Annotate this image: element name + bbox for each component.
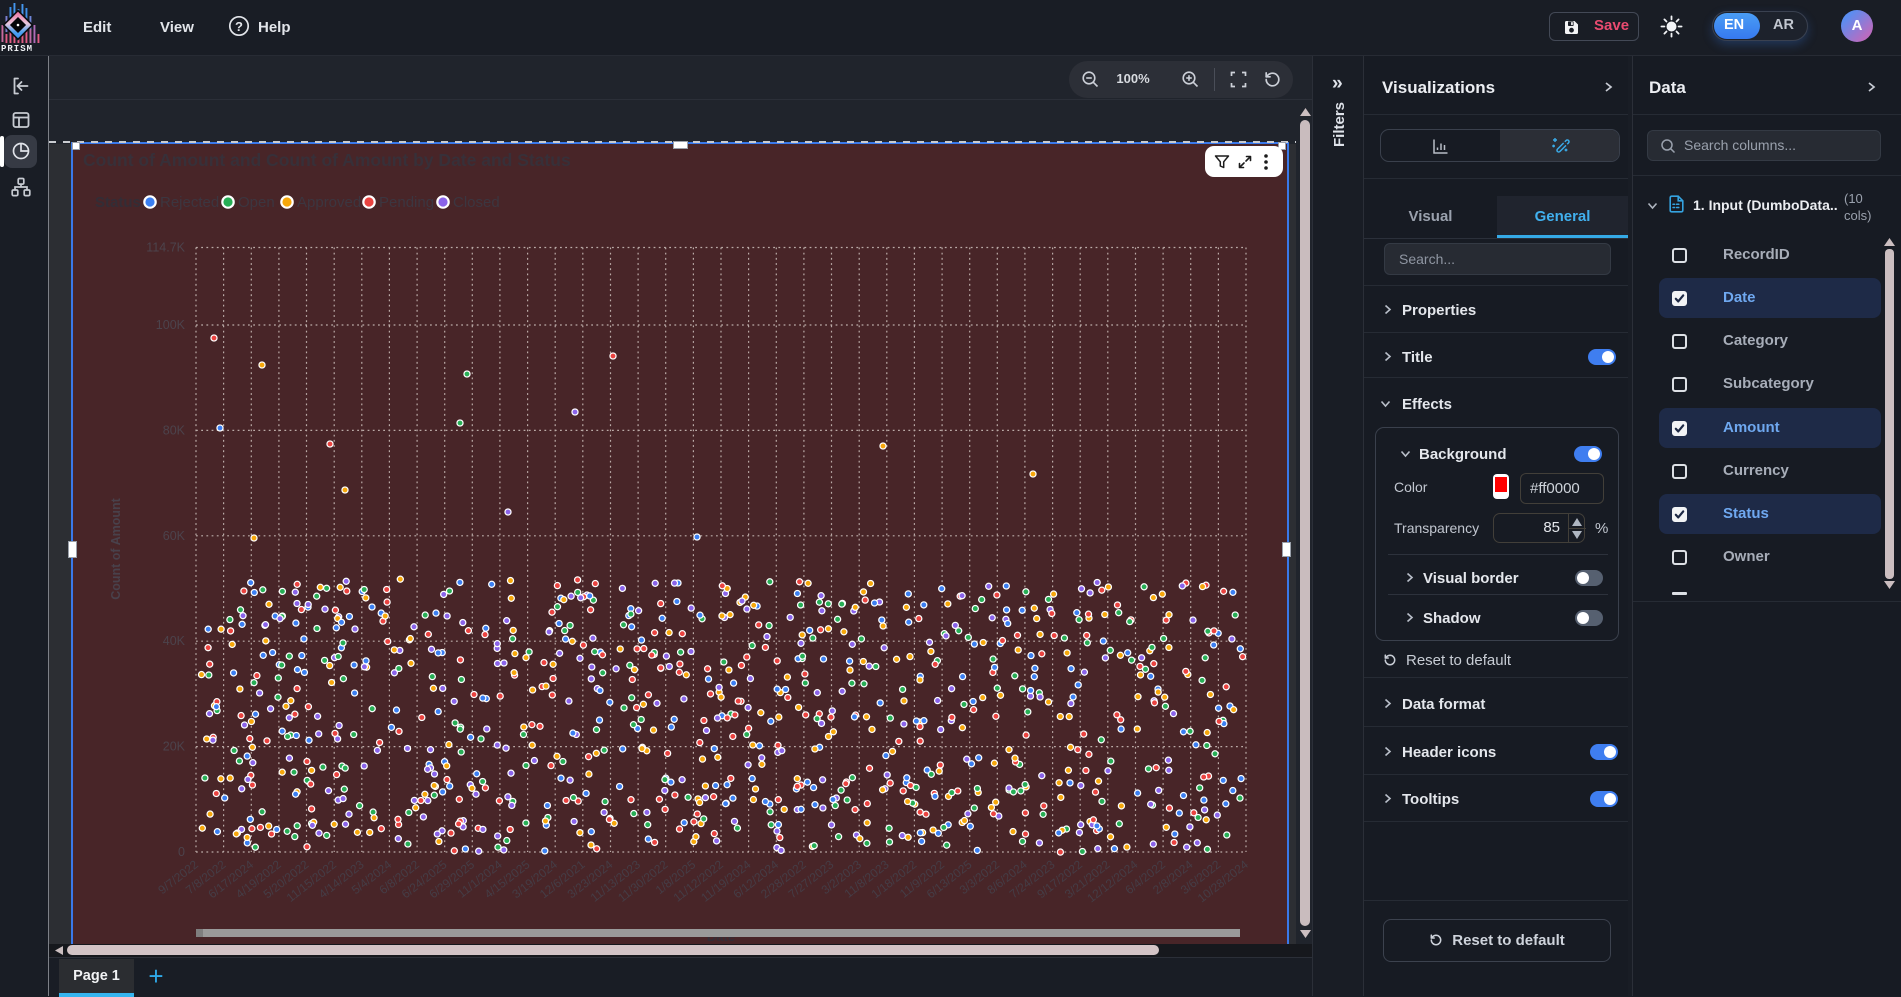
- svg-text:Closed: Closed: [453, 194, 500, 211]
- svg-text:100K: 100K: [156, 318, 186, 332]
- svg-text:Count of Amount and Count of A: Count of Amount and Count of Amount by D…: [83, 150, 571, 170]
- svg-text:Status: Status: [95, 194, 141, 211]
- svg-text:40K: 40K: [163, 634, 186, 648]
- svg-text:Count of Amount: Count of Amount: [109, 497, 123, 599]
- svg-text:80K: 80K: [163, 423, 186, 437]
- svg-text:20K: 20K: [163, 740, 186, 754]
- svg-text:Open: Open: [238, 194, 275, 211]
- svg-text:Pending: Pending: [379, 194, 434, 211]
- svg-text:60K: 60K: [163, 529, 186, 543]
- svg-text:PRISM: PRISM: [1, 44, 33, 54]
- svg-text:?: ?: [235, 19, 243, 34]
- svg-text:Rejected: Rejected: [160, 194, 219, 211]
- svg-text:Approved: Approved: [297, 194, 361, 211]
- svg-text:114.7K: 114.7K: [146, 241, 185, 255]
- svg-text:0: 0: [178, 845, 185, 859]
